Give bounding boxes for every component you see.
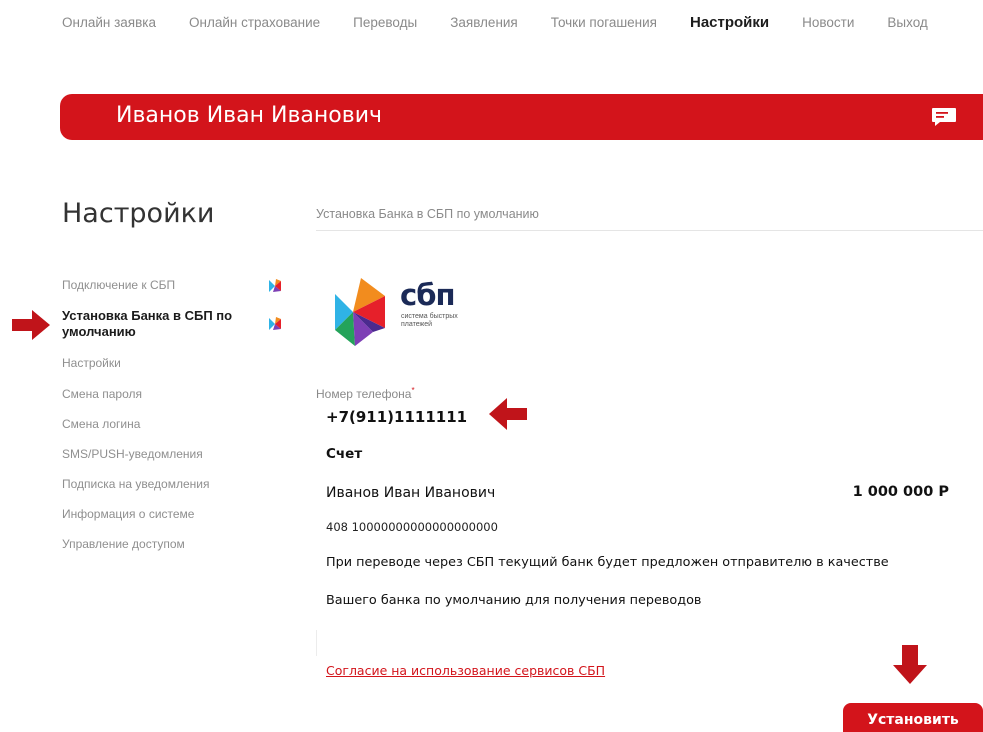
nav-repayment-points[interactable]: Точки погашения	[551, 15, 657, 30]
sidebar-item-sbp-default-bank[interactable]: Установка Банка в СБП по умолчанию	[62, 308, 281, 356]
sidebar-item-change-login[interactable]: Смена логина	[62, 417, 292, 447]
sidebar-item-access-control[interactable]: Управление доступом	[62, 537, 292, 567]
sbp-logo-word: сбп	[400, 278, 455, 312]
pointer-arrow-icon	[12, 310, 50, 340]
sbp-logo-icon	[335, 278, 385, 346]
info-text-line-2: Вашего банка по умолчанию для получения …	[326, 593, 702, 608]
divider	[316, 630, 317, 656]
settings-sidebar: Подключение к СБП Установка Банка в СБП …	[62, 278, 292, 567]
settings-title: Настройки	[62, 198, 215, 229]
sidebar-item-settings[interactable]: Настройки	[62, 356, 292, 387]
nav-applications[interactable]: Заявления	[450, 15, 518, 30]
install-button[interactable]: Установить	[843, 703, 983, 732]
account-holder: Иванов Иван Иванович	[326, 485, 496, 501]
sidebar-item-sbp-connect[interactable]: Подключение к СБП	[62, 278, 292, 308]
sbp-consent-link[interactable]: Согласие на использование сервисов СБП	[326, 663, 605, 678]
pointer-arrow-icon	[489, 398, 527, 430]
sidebar-item-system-info[interactable]: Информация о системе	[62, 507, 292, 537]
nav-settings[interactable]: Настройки	[690, 14, 769, 31]
sbp-logo: сбп система быстрых платежей	[333, 276, 483, 352]
sidebar-item-label: Установка Банка в СБП по умолчанию	[62, 308, 233, 339]
nav-online-insurance[interactable]: Онлайн страхование	[189, 15, 320, 30]
pointer-arrow-icon	[893, 645, 927, 684]
user-name: Иванов Иван Иванович	[116, 103, 382, 128]
sidebar-item-sms-push[interactable]: SMS/PUSH-уведомления	[62, 447, 292, 477]
message-icon[interactable]	[931, 107, 957, 127]
sbp-icon	[269, 279, 281, 292]
account-label: Счет	[326, 446, 363, 462]
nav-transfers[interactable]: Переводы	[353, 15, 417, 30]
sidebar-item-label: Подключение к СБП	[62, 278, 176, 292]
phone-label: Номер телефона*	[316, 386, 415, 401]
nav-news[interactable]: Новости	[802, 15, 854, 30]
content-header: Установка Банка в СБП по умолчанию	[316, 207, 983, 231]
sbp-icon	[269, 317, 281, 330]
sidebar-item-change-password[interactable]: Смена пароля	[62, 387, 292, 417]
required-mark: *	[411, 386, 415, 395]
nav-online-application[interactable]: Онлайн заявка	[62, 15, 156, 30]
user-banner: Иванов Иван Иванович	[60, 94, 983, 140]
nav-logout[interactable]: Выход	[887, 15, 927, 30]
account-amount: 1 000 000 Р	[852, 484, 949, 500]
sidebar-item-subscriptions[interactable]: Подписка на уведомления	[62, 477, 292, 507]
sbp-logo-subtitle: система быстрых платежей	[401, 313, 458, 328]
info-text-line-1: При переводе через СБП текущий банк буде…	[326, 555, 889, 570]
account-number: 408 10000000000000000000	[326, 520, 498, 534]
top-navigation: Онлайн заявка Онлайн страхование Перевод…	[62, 10, 983, 34]
phone-value: +7(911)1111111	[326, 408, 468, 426]
